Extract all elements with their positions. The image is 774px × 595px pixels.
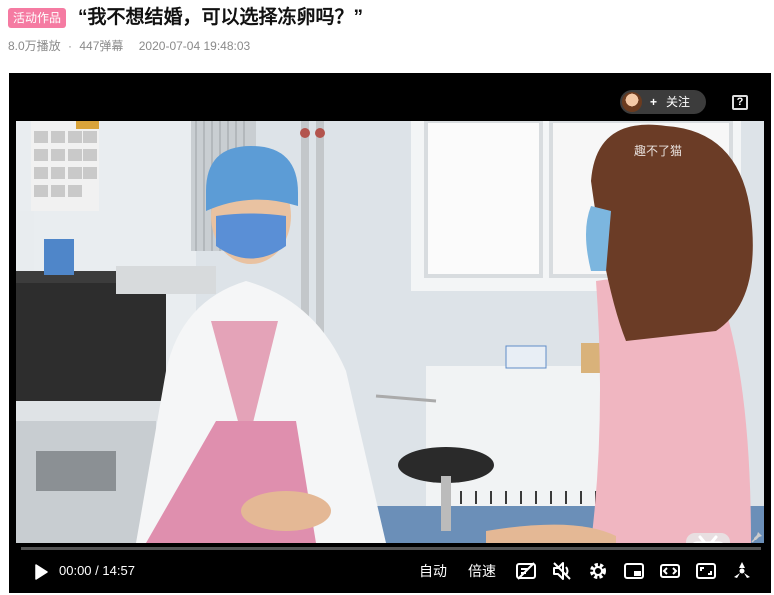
video-meta: 8.0万播放 · 447弹幕 2020-07-04 19:48:03 xyxy=(8,38,254,54)
follow-button[interactable]: + 关注 xyxy=(620,90,706,114)
danmaku-count: 447弹幕 xyxy=(79,39,124,53)
publish-date: 2020-07-04 19:48:03 xyxy=(138,39,251,53)
video-player[interactable]: + 关注 ? 趣不了猫 00:00 / 14:57 自动 倍速 xyxy=(9,73,771,593)
fullscreen-icon[interactable] xyxy=(731,560,753,582)
follow-label: 关注 xyxy=(666,95,691,109)
web-fullscreen-icon[interactable] xyxy=(695,560,717,582)
picture-in-picture-icon[interactable] xyxy=(623,560,645,582)
meta-separator: · xyxy=(68,39,73,53)
speed-button[interactable]: 倍速 xyxy=(468,562,496,580)
video-frame[interactable]: 趣不了猫 xyxy=(16,121,764,543)
play-icon[interactable] xyxy=(34,564,48,585)
uploader-avatar[interactable] xyxy=(622,92,642,112)
pin-icon[interactable] xyxy=(751,531,763,546)
danmaku-off-icon[interactable] xyxy=(515,560,537,582)
activity-badge[interactable]: 活动作品 xyxy=(8,8,67,28)
widescreen-icon[interactable] xyxy=(659,560,681,582)
help-button[interactable]: ? xyxy=(732,95,748,110)
bilibili-tv-icon xyxy=(686,533,730,543)
video-scene: 趣不了猫 xyxy=(16,121,764,543)
watermark-text: 趣不了猫 xyxy=(634,143,682,158)
player-controls: 00:00 / 14:57 自动 倍速 xyxy=(9,551,771,593)
settings-gear-icon[interactable] xyxy=(587,560,609,582)
video-title: “我不想结婚，可以选择冻卵吗？” xyxy=(78,7,364,28)
duration: 14:57 xyxy=(102,563,135,578)
current-time: 00:00 xyxy=(59,563,92,578)
quality-button[interactable]: 自动 xyxy=(419,562,447,580)
plus-icon: + xyxy=(650,95,658,109)
time-separator: / xyxy=(95,563,99,578)
volume-mute-icon[interactable] xyxy=(551,560,573,582)
progress-bar[interactable] xyxy=(21,547,761,550)
video-header: 活动作品 “我不想结婚，可以选择冻卵吗？” 8.0万播放 · 447弹幕 202… xyxy=(0,0,774,70)
time-display: 00:00 / 14:57 xyxy=(59,563,135,579)
play-count: 8.0万播放 xyxy=(8,39,61,53)
player-topbar: + 关注 ? xyxy=(9,73,771,121)
